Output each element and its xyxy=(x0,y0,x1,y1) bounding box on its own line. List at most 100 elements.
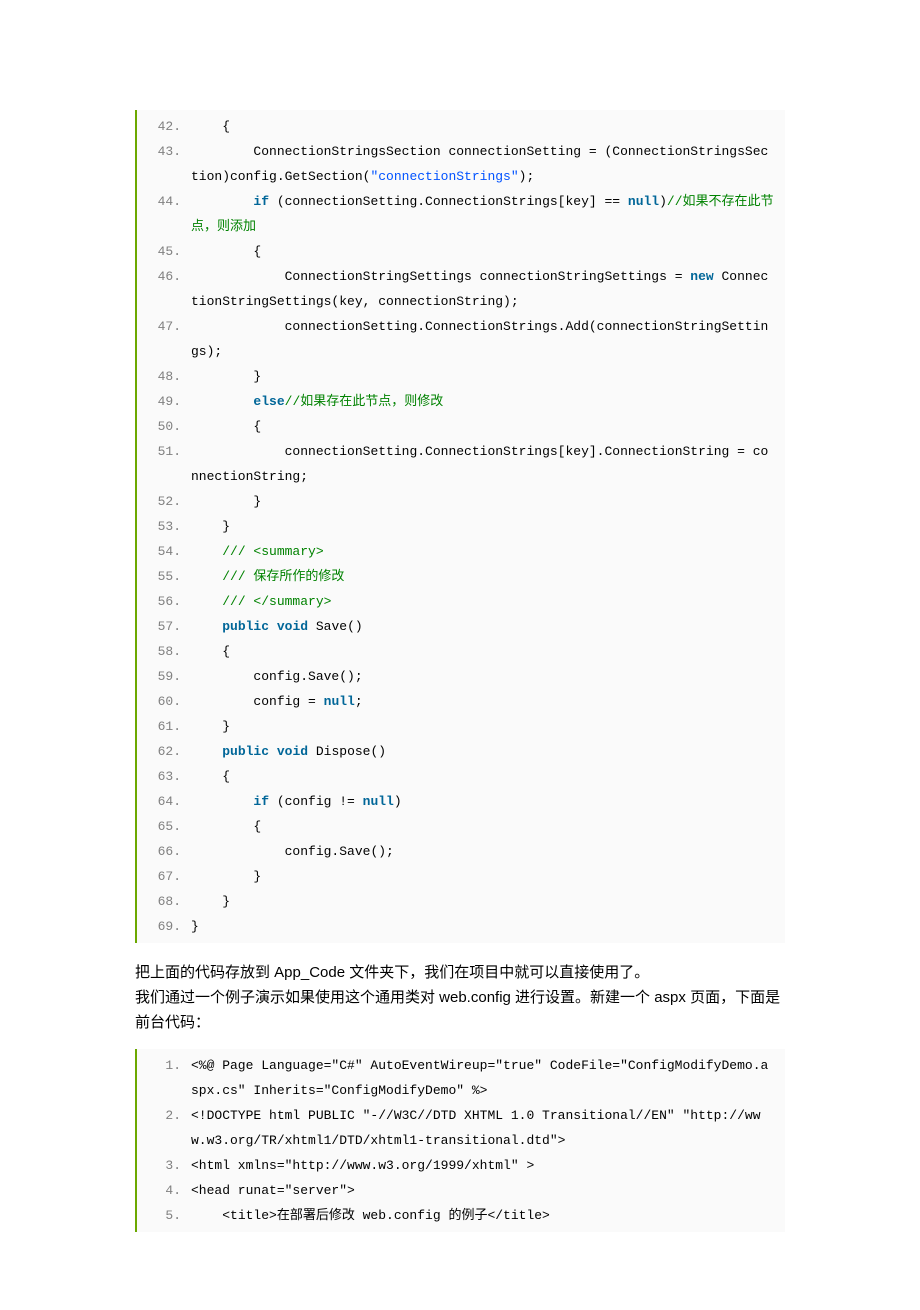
code-line: 68. } xyxy=(137,889,785,914)
code-line: 43. ConnectionStringsSection connectionS… xyxy=(137,139,785,189)
code-line: 5. <title>在部署后修改 web.config 的例子</title> xyxy=(137,1203,785,1228)
line-number: 69. xyxy=(137,914,191,939)
line-number: 56. xyxy=(137,589,191,614)
code-block-1: 42. {43. ConnectionStringsSection connec… xyxy=(135,110,785,943)
code-line: 3.<html xmlns="http://www.w3.org/1999/xh… xyxy=(137,1153,785,1178)
code-line: 55. /// 保存所作的修改 xyxy=(137,564,785,589)
line-number: 60. xyxy=(137,689,191,714)
code-line: 45. { xyxy=(137,239,785,264)
code-line: 48. } xyxy=(137,364,785,389)
code-content: } xyxy=(191,489,785,514)
line-number: 64. xyxy=(137,789,191,814)
code-content: connectionSetting.ConnectionStrings[key]… xyxy=(191,439,785,489)
code-block-2: 1.<%@ Page Language="C#" AutoEventWireup… xyxy=(135,1049,785,1232)
line-number: 3. xyxy=(137,1153,191,1178)
line-number: 45. xyxy=(137,239,191,264)
code-list-2: 1.<%@ Page Language="C#" AutoEventWireup… xyxy=(137,1053,785,1228)
body-paragraph: 把上面的代码存放到 App_Code 文件夹下，我们在项目中就可以直接使用了。 … xyxy=(135,961,785,1035)
code-content: public void Save() xyxy=(191,614,785,639)
code-line: 65. { xyxy=(137,814,785,839)
code-line: 63. { xyxy=(137,764,785,789)
code-content: <html xmlns="http://www.w3.org/1999/xhtm… xyxy=(191,1153,785,1178)
code-content: config.Save(); xyxy=(191,664,785,689)
code-line: 42. { xyxy=(137,114,785,139)
code-line: 69.} xyxy=(137,914,785,939)
code-content: public void Dispose() xyxy=(191,739,785,764)
line-number: 48. xyxy=(137,364,191,389)
code-line: 51. connectionSetting.ConnectionStrings[… xyxy=(137,439,785,489)
code-line: 53. } xyxy=(137,514,785,539)
code-line: 58. { xyxy=(137,639,785,664)
line-number: 68. xyxy=(137,889,191,914)
code-content: { xyxy=(191,639,785,664)
line-number: 51. xyxy=(137,439,191,464)
code-content: connectionSetting.ConnectionStrings.Add(… xyxy=(191,314,785,364)
code-line: 67. } xyxy=(137,864,785,889)
code-content: else//如果存在此节点，则修改 xyxy=(191,389,785,414)
code-line: 50. { xyxy=(137,414,785,439)
code-content: <title>在部署后修改 web.config 的例子</title> xyxy=(191,1203,785,1228)
code-content: } xyxy=(191,364,785,389)
code-content: <head runat="server"> xyxy=(191,1178,785,1203)
document-page: 42. {43. ConnectionStringsSection connec… xyxy=(0,0,920,1310)
line-number: 2. xyxy=(137,1103,191,1128)
code-content: if (config != null) xyxy=(191,789,785,814)
code-content: } xyxy=(191,914,785,939)
code-line: 60. config = null; xyxy=(137,689,785,714)
code-content: { xyxy=(191,239,785,264)
line-number: 4. xyxy=(137,1178,191,1203)
code-content: /// <summary> xyxy=(191,539,785,564)
code-content: } xyxy=(191,889,785,914)
code-content: } xyxy=(191,714,785,739)
code-content: { xyxy=(191,114,785,139)
code-line: 57. public void Save() xyxy=(137,614,785,639)
code-line: 64. if (config != null) xyxy=(137,789,785,814)
line-number: 54. xyxy=(137,539,191,564)
code-content: /// 保存所作的修改 xyxy=(191,564,785,589)
line-number: 63. xyxy=(137,764,191,789)
code-line: 54. /// <summary> xyxy=(137,539,785,564)
code-line: 61. } xyxy=(137,714,785,739)
code-line: 56. /// </summary> xyxy=(137,589,785,614)
line-number: 42. xyxy=(137,114,191,139)
code-content: /// </summary> xyxy=(191,589,785,614)
code-line: 66. config.Save(); xyxy=(137,839,785,864)
line-number: 50. xyxy=(137,414,191,439)
code-line: 4.<head runat="server"> xyxy=(137,1178,785,1203)
code-line: 52. } xyxy=(137,489,785,514)
line-number: 66. xyxy=(137,839,191,864)
code-list-1: 42. {43. ConnectionStringsSection connec… xyxy=(137,114,785,939)
code-line: 49. else//如果存在此节点，则修改 xyxy=(137,389,785,414)
paragraph-line-2: 我们通过一个例子演示如果使用这个通用类对 web.config 进行设置。新建一… xyxy=(135,989,780,1031)
code-line: 1.<%@ Page Language="C#" AutoEventWireup… xyxy=(137,1053,785,1103)
code-line: 47. connectionSetting.ConnectionStrings.… xyxy=(137,314,785,364)
line-number: 62. xyxy=(137,739,191,764)
code-line: 59. config.Save(); xyxy=(137,664,785,689)
code-line: 44. if (connectionSetting.ConnectionStri… xyxy=(137,189,785,239)
line-number: 65. xyxy=(137,814,191,839)
code-content: <%@ Page Language="C#" AutoEventWireup="… xyxy=(191,1053,785,1103)
line-number: 47. xyxy=(137,314,191,339)
line-number: 61. xyxy=(137,714,191,739)
code-content: { xyxy=(191,414,785,439)
line-number: 53. xyxy=(137,514,191,539)
code-content: { xyxy=(191,814,785,839)
code-line: 46. ConnectionStringSettings connectionS… xyxy=(137,264,785,314)
line-number: 52. xyxy=(137,489,191,514)
line-number: 1. xyxy=(137,1053,191,1078)
line-number: 57. xyxy=(137,614,191,639)
code-content: } xyxy=(191,514,785,539)
code-content: config.Save(); xyxy=(191,839,785,864)
line-number: 59. xyxy=(137,664,191,689)
code-content: } xyxy=(191,864,785,889)
line-number: 55. xyxy=(137,564,191,589)
line-number: 44. xyxy=(137,189,191,214)
line-number: 43. xyxy=(137,139,191,164)
code-content: config = null; xyxy=(191,689,785,714)
line-number: 67. xyxy=(137,864,191,889)
line-number: 46. xyxy=(137,264,191,289)
code-content: if (connectionSetting.ConnectionStrings[… xyxy=(191,189,785,239)
line-number: 49. xyxy=(137,389,191,414)
code-line: 62. public void Dispose() xyxy=(137,739,785,764)
code-content: ConnectionStringSettings connectionStrin… xyxy=(191,264,785,314)
